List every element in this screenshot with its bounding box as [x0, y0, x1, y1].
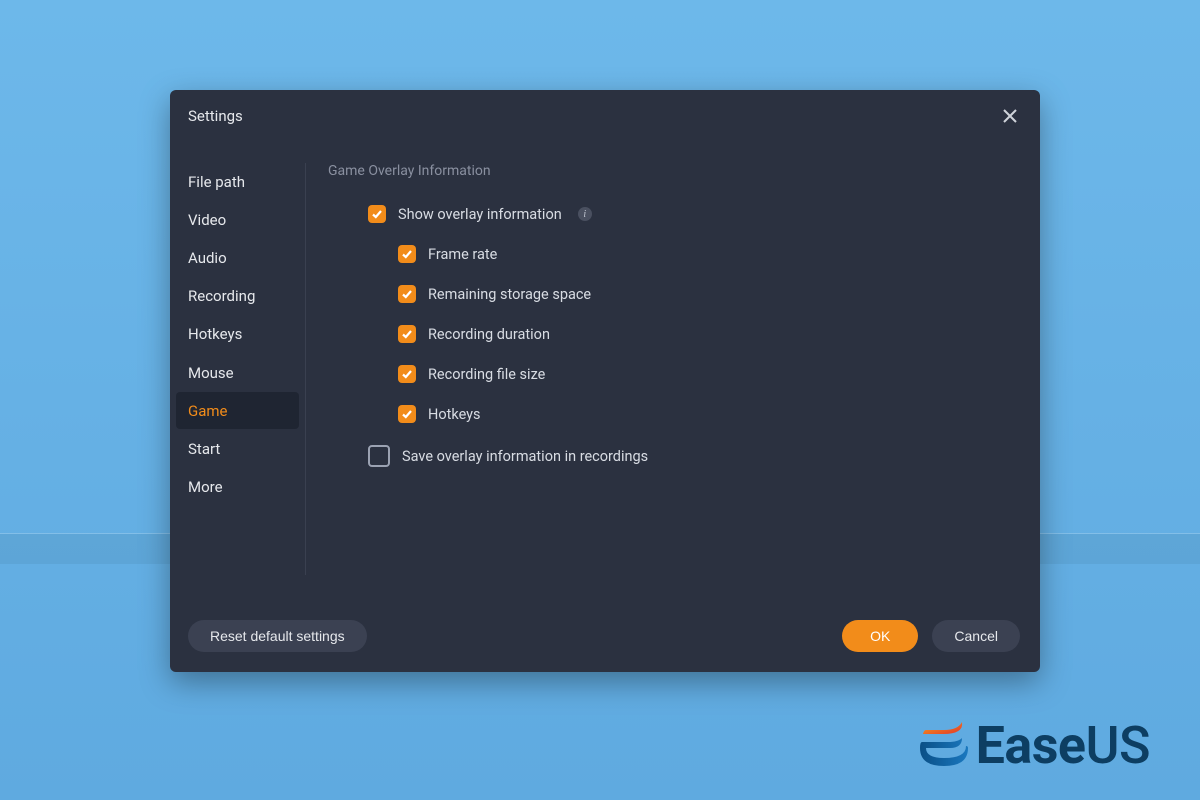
option-label: Remaining storage space — [428, 286, 591, 303]
option-recording-file-size[interactable]: Recording file size — [398, 365, 1012, 383]
option-label: Hotkeys — [428, 406, 481, 423]
settings-content: Game Overlay Information Show overlay in… — [306, 136, 1040, 602]
checkbox-remaining-storage[interactable] — [398, 285, 416, 303]
option-hotkeys-overlay[interactable]: Hotkeys — [398, 405, 1012, 423]
section-title: Game Overlay Information — [328, 163, 1012, 179]
dialog-title: Settings — [188, 107, 243, 125]
check-icon — [371, 208, 383, 220]
option-show-overlay[interactable]: Show overlay information i — [368, 205, 1012, 223]
settings-dialog: Settings File path Video Audio Recording… — [170, 90, 1040, 672]
sidebar-item-file-path[interactable]: File path — [170, 163, 305, 200]
option-recording-duration[interactable]: Recording duration — [398, 325, 1012, 343]
sidebar-item-video[interactable]: Video — [170, 201, 305, 238]
settings-sidebar: File path Video Audio Recording Hotkeys … — [170, 136, 305, 602]
ok-button[interactable]: OK — [842, 620, 918, 652]
easeus-logo-icon — [918, 720, 970, 772]
checkbox-hotkeys-overlay[interactable] — [398, 405, 416, 423]
checkbox-recording-duration[interactable] — [398, 325, 416, 343]
checkbox-recording-file-size[interactable] — [398, 365, 416, 383]
sidebar-item-start[interactable]: Start — [170, 430, 305, 467]
sidebar-item-hotkeys[interactable]: Hotkeys — [170, 316, 305, 353]
check-icon — [401, 368, 413, 380]
sidebar-item-recording[interactable]: Recording — [170, 278, 305, 315]
option-label: Frame rate — [428, 246, 497, 263]
check-icon — [401, 328, 413, 340]
option-remaining-storage[interactable]: Remaining storage space — [398, 285, 1012, 303]
check-icon — [401, 288, 413, 300]
close-icon — [1003, 109, 1017, 123]
dialog-body: File path Video Audio Recording Hotkeys … — [170, 136, 1040, 602]
checkbox-frame-rate[interactable] — [398, 245, 416, 263]
cancel-button[interactable]: Cancel — [932, 620, 1020, 652]
check-icon — [401, 408, 413, 420]
reset-defaults-button[interactable]: Reset default settings — [188, 620, 367, 652]
sidebar-item-more[interactable]: More — [170, 469, 305, 506]
option-save-overlay[interactable]: Save overlay information in recordings — [368, 445, 1012, 467]
sidebar-item-mouse[interactable]: Mouse — [170, 354, 305, 391]
dialog-header: Settings — [170, 90, 1040, 136]
checkbox-save-overlay[interactable] — [368, 445, 390, 467]
brand-text: EaseUS — [976, 715, 1150, 776]
option-label: Recording file size — [428, 366, 545, 383]
sidebar-item-game[interactable]: Game — [176, 392, 299, 429]
sidebar-item-audio[interactable]: Audio — [170, 239, 305, 276]
close-button[interactable] — [998, 104, 1022, 128]
check-icon — [401, 248, 413, 260]
easeus-brand: EaseUS — [918, 715, 1150, 776]
checkbox-show-overlay[interactable] — [368, 205, 386, 223]
option-frame-rate[interactable]: Frame rate — [398, 245, 1012, 263]
info-icon[interactable]: i — [578, 207, 592, 221]
option-label: Recording duration — [428, 326, 550, 343]
option-label: Save overlay information in recordings — [402, 448, 648, 465]
option-label: Show overlay information — [398, 206, 562, 223]
dialog-footer: Reset default settings OK Cancel — [170, 602, 1040, 672]
